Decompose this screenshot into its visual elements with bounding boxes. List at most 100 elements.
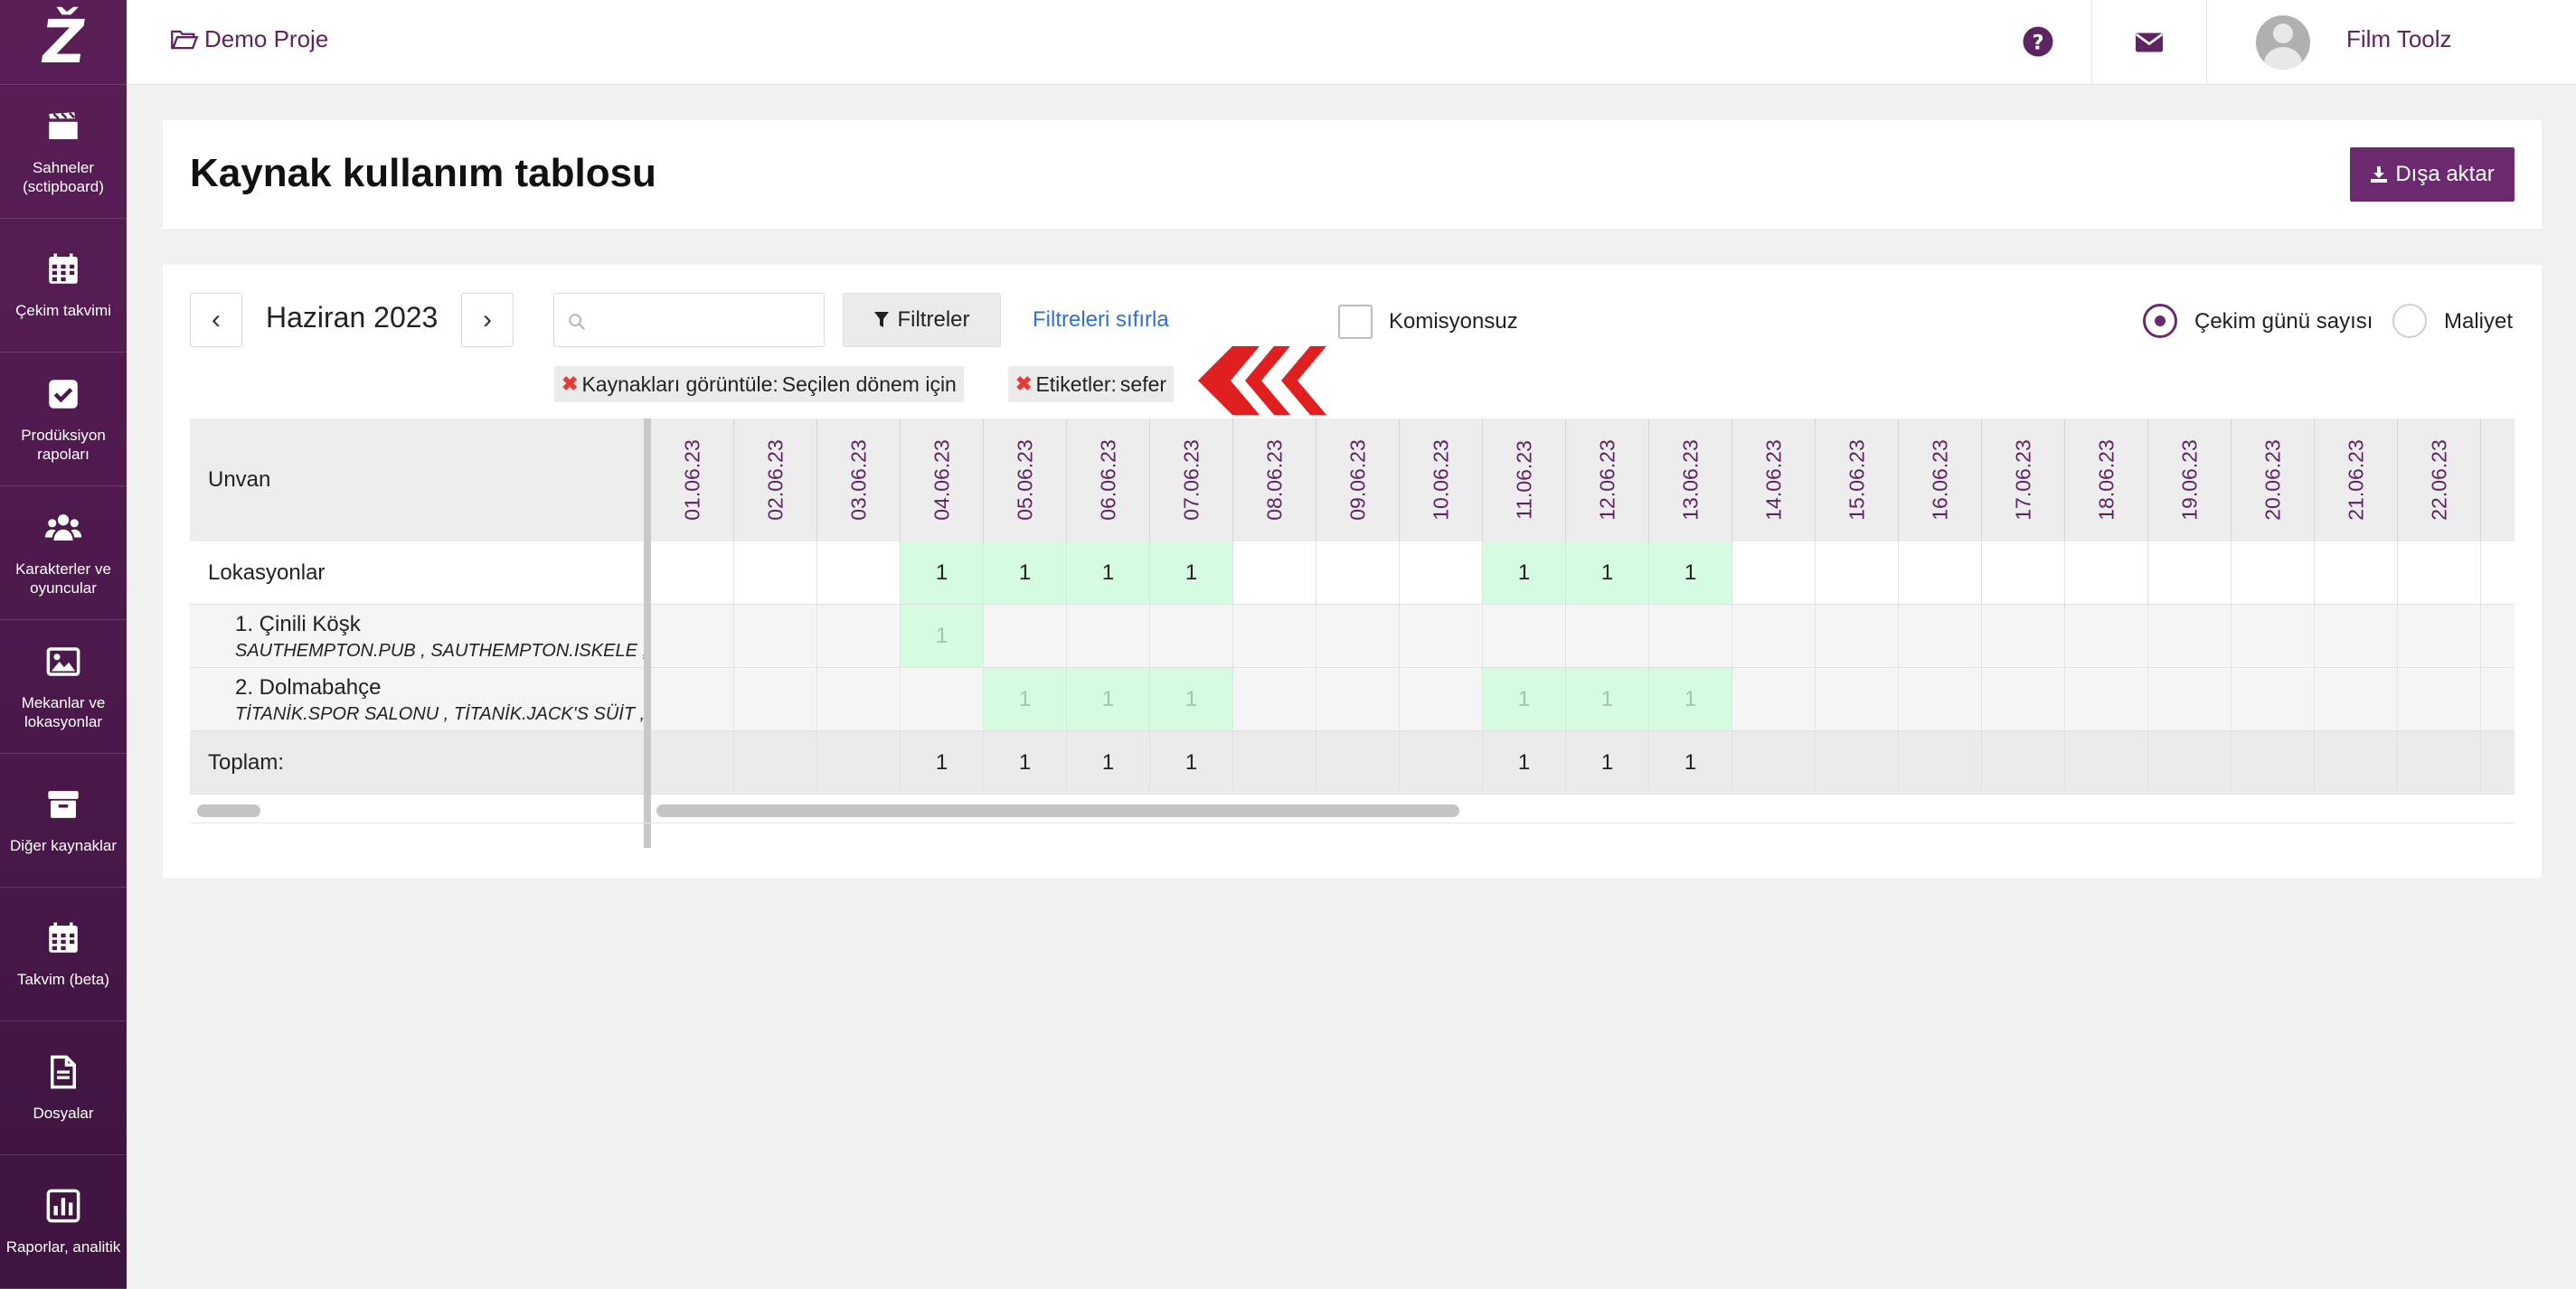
date-cell[interactable]: [1566, 605, 1649, 667]
date-cell[interactable]: 1: [1150, 668, 1233, 730]
date-cell[interactable]: 1: [1566, 668, 1649, 730]
date-cell[interactable]: 1: [1483, 541, 1566, 604]
date-cell[interactable]: 1: [1150, 541, 1233, 604]
date-cell[interactable]: [1316, 605, 1400, 667]
date-cell[interactable]: 1: [1649, 541, 1732, 604]
date-header[interactable]: 01.06.23: [651, 419, 734, 541]
user-menu[interactable]: Film Toolz: [2206, 0, 2576, 85]
filters-button[interactable]: Filtreler: [843, 293, 1001, 347]
sidebar-item-reports-analytics[interactable]: Raporlar, analitik: [0, 1155, 127, 1289]
date-cell[interactable]: [734, 605, 817, 667]
date-header[interactable]: 03.06.23: [817, 419, 901, 541]
next-month-button[interactable]: ›: [461, 293, 514, 347]
sidebar-item-shooting-schedule[interactable]: Çekim takvimi: [0, 219, 127, 353]
date-cell[interactable]: [2398, 668, 2481, 730]
date-cell[interactable]: [1233, 668, 1316, 730]
export-button[interactable]: Dışa aktar: [2350, 147, 2515, 202]
remove-chip-icon[interactable]: ✖: [561, 372, 578, 396]
date-cell[interactable]: [2065, 541, 2148, 604]
date-header[interactable]: 19.06.23: [2148, 419, 2232, 541]
date-cell[interactable]: 1: [984, 668, 1067, 730]
date-header[interactable]: 23.06.23: [2481, 419, 2515, 541]
date-cell[interactable]: [1982, 605, 2065, 667]
date-header[interactable]: 14.06.23: [1732, 419, 1816, 541]
date-header[interactable]: 11.06.23: [1483, 419, 1566, 541]
table-row[interactable]: 1. Çinili Köşk SAUTHEMPTON.PUB , SAUTHEM…: [190, 605, 644, 668]
date-cell[interactable]: [2232, 605, 2315, 667]
date-header[interactable]: 10.06.23: [1400, 419, 1483, 541]
date-cell[interactable]: [734, 668, 817, 730]
date-cell[interactable]: [817, 605, 901, 667]
right-scrollbar-thumb[interactable]: [656, 804, 1459, 817]
date-cell[interactable]: 1: [1067, 668, 1150, 730]
date-cell[interactable]: [2232, 541, 2315, 604]
date-cell[interactable]: [651, 668, 734, 730]
date-cell[interactable]: [2398, 541, 2481, 604]
help-icon[interactable]: ?: [2022, 25, 2054, 58]
date-cell[interactable]: [1649, 605, 1732, 667]
date-cell[interactable]: [1316, 668, 1400, 730]
date-cell[interactable]: [2148, 605, 2232, 667]
date-cell[interactable]: [1400, 605, 1483, 667]
project-link[interactable]: Demo Proje: [170, 25, 328, 53]
date-cell[interactable]: [2148, 541, 2232, 604]
date-header[interactable]: 09.06.23: [1316, 419, 1400, 541]
date-cell[interactable]: [1400, 668, 1483, 730]
date-cell[interactable]: [1233, 541, 1316, 604]
date-cell[interactable]: [2065, 605, 2148, 667]
date-cell[interactable]: [651, 605, 734, 667]
date-cell[interactable]: [1483, 605, 1566, 667]
date-cell[interactable]: [2481, 541, 2515, 604]
date-header[interactable]: 05.06.23: [984, 419, 1067, 541]
date-cell[interactable]: [1816, 541, 1899, 604]
date-cell[interactable]: [2481, 605, 2515, 667]
date-header[interactable]: 20.06.23: [2232, 419, 2315, 541]
reset-filters-link[interactable]: Filtreleri sıfırla: [1033, 307, 1169, 333]
cost-radio[interactable]: [2392, 304, 2427, 338]
date-cell[interactable]: [1233, 605, 1316, 667]
sidebar-item-calendar-beta[interactable]: Takvim (beta): [0, 888, 127, 1021]
date-cell[interactable]: [1316, 541, 1400, 604]
date-cell[interactable]: 1: [1067, 541, 1150, 604]
date-cell[interactable]: [734, 541, 817, 604]
date-header[interactable]: 08.06.23: [1233, 419, 1316, 541]
sidebar-item-files[interactable]: Dosyalar: [0, 1021, 127, 1155]
date-cell[interactable]: [1982, 541, 2065, 604]
date-header[interactable]: 12.06.23: [1566, 419, 1649, 541]
date-cell[interactable]: [651, 541, 734, 604]
date-cell[interactable]: [1732, 541, 1816, 604]
date-cell[interactable]: [984, 605, 1067, 667]
date-cell[interactable]: 1: [1483, 668, 1566, 730]
date-cell[interactable]: [1899, 541, 1982, 604]
date-cell[interactable]: 1: [1566, 541, 1649, 604]
date-cell[interactable]: [817, 541, 901, 604]
date-cell[interactable]: [2398, 605, 2481, 667]
date-cell[interactable]: [901, 668, 984, 730]
date-cell[interactable]: [1732, 605, 1816, 667]
date-cell[interactable]: [1899, 668, 1982, 730]
date-header[interactable]: 07.06.23: [1150, 419, 1233, 541]
left-scrollbar-thumb[interactable]: [197, 804, 260, 817]
sidebar-item-production-reports[interactable]: Prodüksiyon rapoları: [0, 353, 127, 486]
date-cell[interactable]: [1067, 605, 1150, 667]
date-header[interactable]: 02.06.23: [734, 419, 817, 541]
date-cell[interactable]: [2315, 605, 2398, 667]
date-header[interactable]: 18.06.23: [2065, 419, 2148, 541]
date-grid[interactable]: 01.06.23 02.06.23 03.06.23 04.06.23 05.06.23…: [651, 419, 2515, 807]
column-resize-handle[interactable]: [644, 419, 651, 848]
date-header[interactable]: 16.06.23: [1899, 419, 1982, 541]
prev-month-button[interactable]: ‹: [190, 293, 242, 347]
remove-chip-icon[interactable]: ✖: [1015, 372, 1032, 396]
date-header[interactable]: 04.06.23: [901, 419, 984, 541]
shoot-days-radio[interactable]: [2143, 304, 2177, 338]
date-cell[interactable]: [2315, 541, 2398, 604]
date-header[interactable]: 06.06.23: [1067, 419, 1150, 541]
date-cell[interactable]: [1816, 668, 1899, 730]
date-cell[interactable]: [2065, 668, 2148, 730]
table-row[interactable]: 2. Dolmabahçe TİTANİK.SPOR SALONU , TİTA…: [190, 668, 644, 731]
search-input[interactable]: [594, 301, 815, 339]
messages-button[interactable]: [2091, 0, 2206, 85]
sidebar-item-other-resources[interactable]: Diğer kaynaklar: [0, 754, 127, 888]
date-header[interactable]: 13.06.23: [1649, 419, 1732, 541]
sidebar-item-locations[interactable]: Mekanlar ve lokasyonlar: [0, 620, 127, 754]
